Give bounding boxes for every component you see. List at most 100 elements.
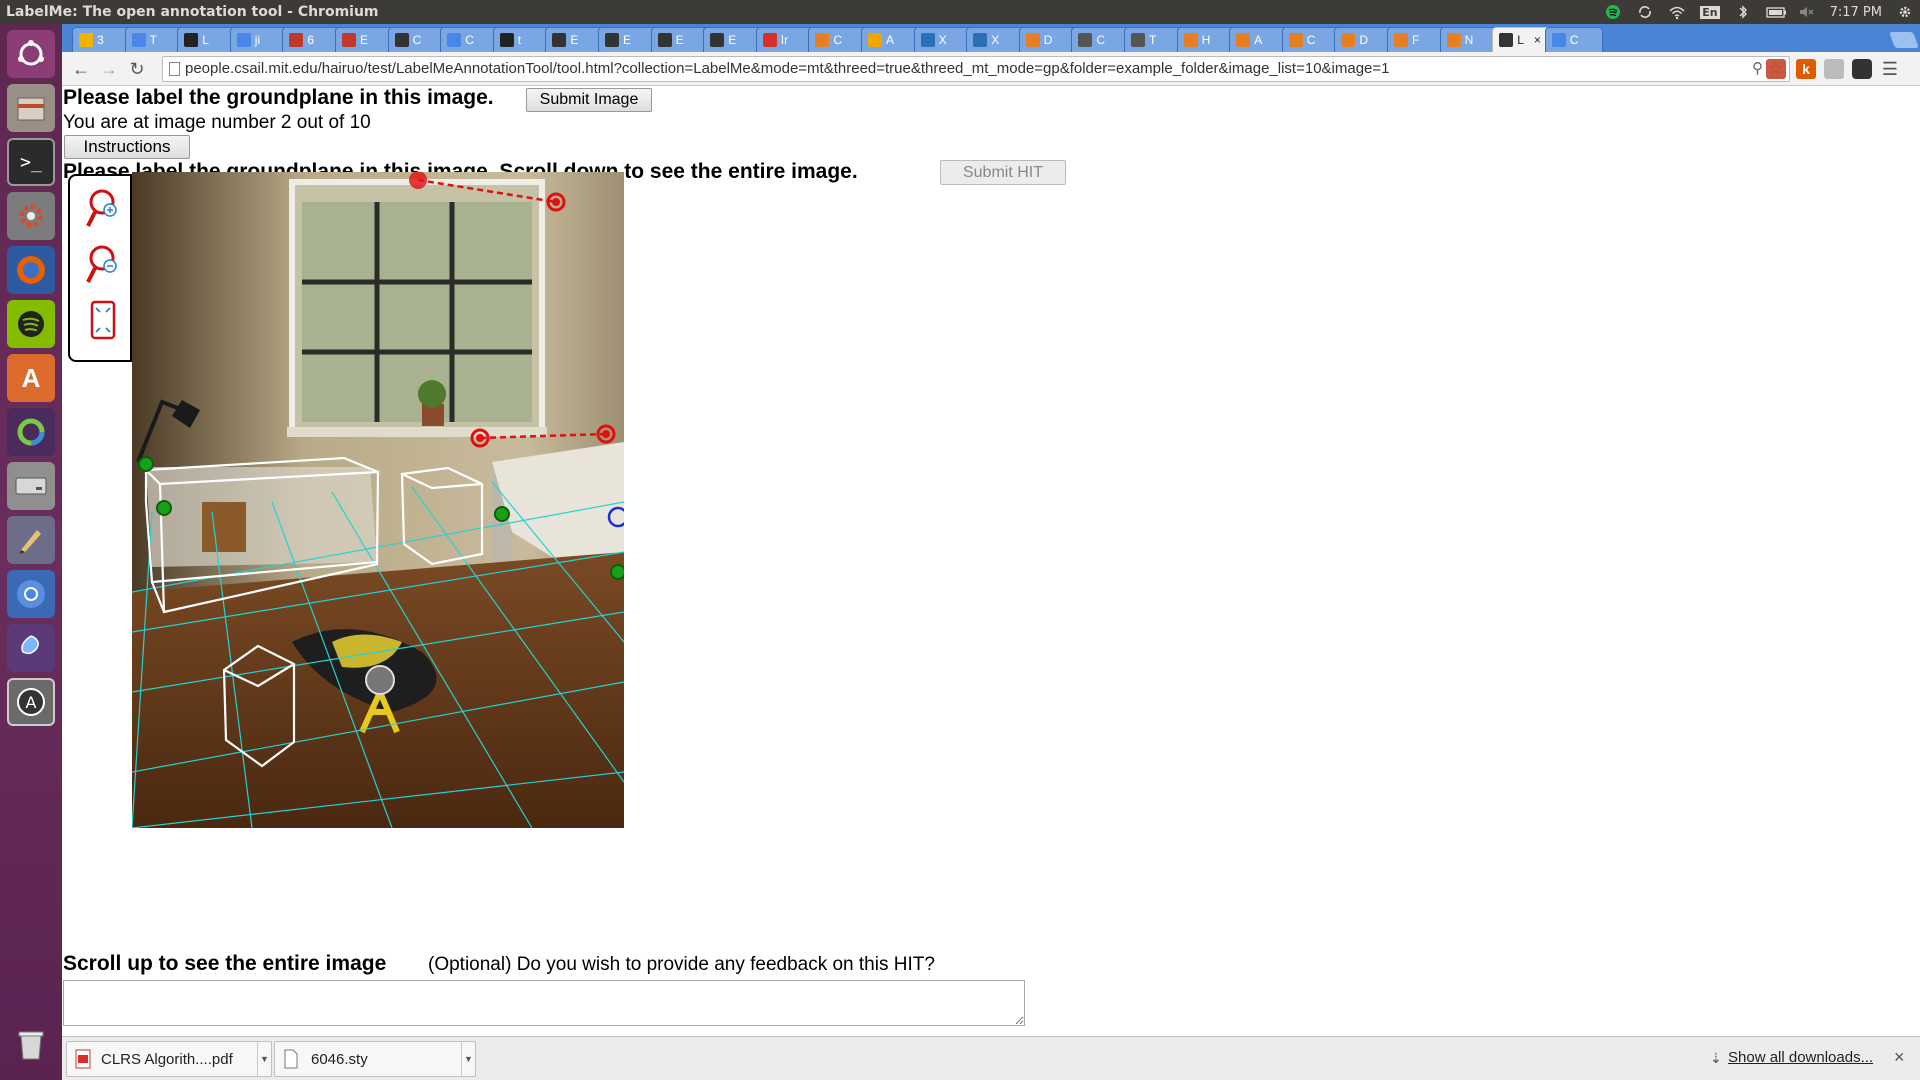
tab[interactable]: E <box>335 27 393 52</box>
tab[interactable]: N <box>1439 27 1498 52</box>
tab-favicon-icon <box>1394 33 1408 47</box>
download-item-sty[interactable]: 6046.sty ▼ <box>274 1041 476 1077</box>
tab[interactable]: 3 <box>72 27 130 52</box>
svg-text:A: A <box>26 693 37 712</box>
tab-label: T <box>149 33 157 47</box>
system-settings-icon[interactable] <box>7 192 55 240</box>
update-manager-icon[interactable]: A <box>7 678 55 726</box>
tab-favicon-icon <box>342 33 356 47</box>
room-photo[interactable] <box>132 172 624 828</box>
tab[interactable]: C <box>1071 27 1130 52</box>
battery-icon[interactable] <box>1765 4 1786 20</box>
tab[interactable]: ji <box>229 27 288 52</box>
tab[interactable]: C <box>387 27 446 52</box>
download-menu-arrow[interactable]: ▼ <box>257 1042 271 1076</box>
tab[interactable]: D <box>1018 27 1077 52</box>
tab-favicon-icon <box>289 33 304 47</box>
tab-favicon-icon <box>447 33 462 47</box>
tab[interactable]: E <box>703 27 762 52</box>
shotwell-icon[interactable] <box>7 624 55 672</box>
download-item-pdf[interactable]: CLRS Algorith....pdf ▼ <box>66 1041 272 1077</box>
tab[interactable]: C <box>1281 27 1340 52</box>
tab-close-icon[interactable]: × <box>1534 33 1541 47</box>
browser-toolbar: ← → ↻ people.csail.mit.edu/hairuo/test/L… <box>62 52 1920 86</box>
tab[interactable]: T <box>1124 27 1182 52</box>
forward-button[interactable]: → <box>98 58 120 80</box>
text-editor-icon[interactable] <box>7 516 55 564</box>
volume-muted-icon[interactable] <box>1798 4 1816 20</box>
spotify-tray-icon[interactable] <box>1604 4 1622 20</box>
wifi-icon[interactable] <box>1668 4 1686 20</box>
menu-icon[interactable]: ☰ <box>1880 59 1900 79</box>
system-tray: En 7:17 PM <box>1604 0 1914 24</box>
tab[interactable]: L <box>177 27 236 52</box>
spotify-icon[interactable] <box>7 300 55 348</box>
tab[interactable]: Ir <box>755 27 814 52</box>
tab[interactable]: C <box>808 27 867 52</box>
tab[interactable]: T <box>124 27 183 52</box>
tab[interactable]: X <box>966 27 1025 52</box>
page-heading: Please label the groundplane in this ima… <box>63 86 494 109</box>
trash-icon[interactable] <box>7 1020 55 1068</box>
tab[interactable]: A <box>1229 27 1288 52</box>
drive-icon[interactable] <box>7 462 55 510</box>
sync-icon[interactable] <box>1636 4 1654 20</box>
gear-icon[interactable] <box>1896 4 1914 20</box>
top-panel: LabelMe: The open annotation tool - Chro… <box>0 0 1920 24</box>
tab[interactable]: X <box>913 27 972 52</box>
tab-label: L <box>1517 33 1524 47</box>
tab[interactable]: E <box>650 27 709 52</box>
close-icon[interactable]: × <box>1894 1047 1905 1068</box>
clock[interactable]: 7:17 PM <box>1830 5 1882 20</box>
reload-button[interactable]: ↻ <box>126 58 148 80</box>
chromium-icon[interactable] <box>7 570 55 618</box>
extension-puzzle-icon[interactable] <box>1766 59 1786 79</box>
files-icon[interactable] <box>7 84 55 132</box>
zoom-icon[interactable]: ⚲ <box>1752 57 1763 81</box>
ubuntu-dash-icon[interactable] <box>7 30 55 78</box>
feedback-textarea[interactable] <box>63 980 1025 1026</box>
tab[interactable]: A <box>861 27 919 52</box>
page-content: Please label the groundplane in this ima… <box>62 86 1920 1036</box>
zoom-in-icon[interactable] <box>84 186 120 230</box>
tab-favicon-icon <box>657 33 672 47</box>
window-title: LabelMe: The open annotation tool - Chro… <box>6 4 379 20</box>
tab-favicon-icon <box>1288 33 1303 47</box>
terminal-icon[interactable]: >_ <box>7 138 55 186</box>
download-menu-arrow[interactable]: ▼ <box>461 1042 475 1076</box>
tab[interactable]: t <box>492 27 551 52</box>
k-extension-icon[interactable]: k <box>1796 59 1816 79</box>
pocket-icon[interactable] <box>1852 59 1872 79</box>
download-shelf: CLRS Algorith....pdf ▼ 6046.sty ▼ ⇣ Show… <box>62 1036 1920 1080</box>
tab[interactable]: 6 <box>282 27 341 52</box>
pen-extension-icon[interactable] <box>1824 59 1844 79</box>
new-tab-button[interactable] <box>1889 32 1919 48</box>
fit-to-screen-icon[interactable] <box>84 298 120 342</box>
tab[interactable]: F <box>1387 27 1445 52</box>
zoom-out-icon[interactable] <box>84 242 120 286</box>
tab[interactable]: H <box>1176 27 1235 52</box>
tab[interactable]: E <box>598 27 656 52</box>
keyboard-layout-indicator[interactable]: En <box>1700 5 1720 19</box>
circle-app-icon[interactable] <box>7 408 55 456</box>
tab[interactable]: C <box>440 27 499 52</box>
tab-label: X <box>938 33 947 47</box>
instructions-button[interactable]: Instructions <box>64 135 190 159</box>
tab-favicon-icon <box>1131 33 1145 47</box>
back-button[interactable]: ← <box>70 58 92 80</box>
software-center-icon[interactable]: A <box>7 354 55 402</box>
tab[interactable]: E <box>545 27 604 52</box>
tab-label: T <box>1149 33 1157 47</box>
bluetooth-icon[interactable] <box>1734 4 1752 20</box>
feedback-prompt: (Optional) Do you wish to provide any fe… <box>428 954 935 975</box>
show-all-downloads-link[interactable]: Show all downloads... <box>1728 1049 1873 1066</box>
annotation-image[interactable] <box>132 172 624 828</box>
tab[interactable]: C <box>1544 27 1603 52</box>
firefox-icon[interactable] <box>7 246 55 294</box>
address-bar[interactable]: people.csail.mit.edu/hairuo/test/LabelMe… <box>162 56 1790 82</box>
page-icon <box>169 62 180 76</box>
tab[interactable]: D <box>1334 27 1393 52</box>
submit-image-button[interactable]: Submit Image <box>526 88 652 112</box>
tab-active[interactable]: L × <box>1492 27 1553 52</box>
tab-favicon-icon <box>605 33 619 47</box>
